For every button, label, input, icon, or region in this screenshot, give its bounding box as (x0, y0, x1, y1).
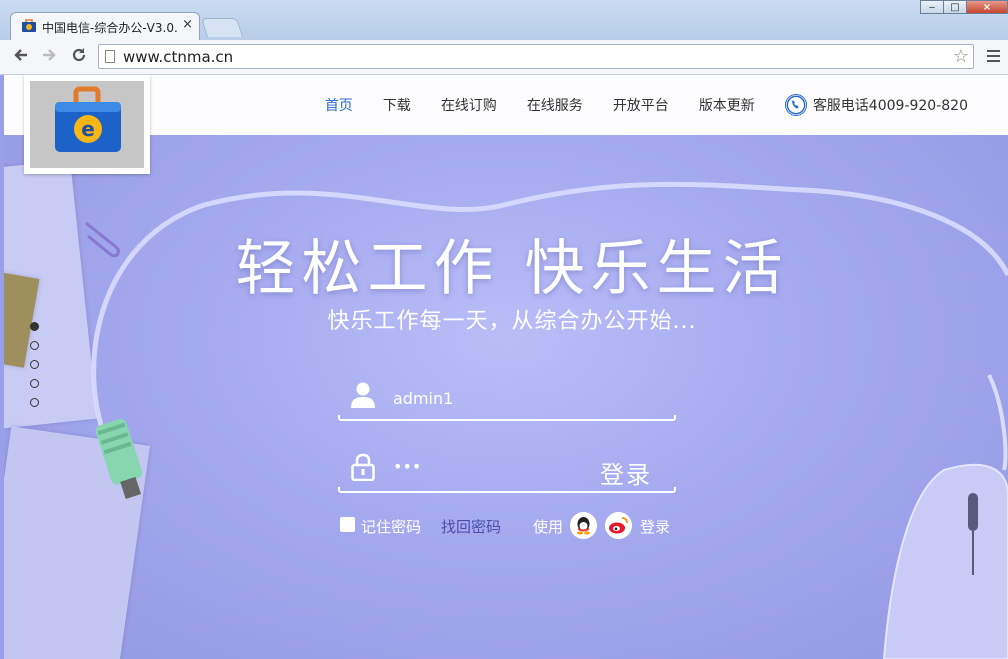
site-favicon-icon (22, 19, 36, 32)
nav-item-home[interactable]: 首页 (325, 95, 353, 115)
logo[interactable]: e (24, 75, 150, 174)
browser-titlebar: 中国电信-综合办公-V3.0.0 × ‒ □ × (0, 0, 1008, 40)
nav-item-download[interactable]: 下载 (383, 95, 411, 115)
password-input[interactable]: ••• (393, 457, 421, 476)
carousel-dot[interactable] (30, 360, 39, 369)
nav-item-service[interactable]: 在线服务 (527, 95, 583, 115)
page-icon (105, 50, 115, 63)
login-options: 记住密码 找回密码 使用 登录 (340, 512, 700, 539)
close-window-button[interactable]: × (966, 0, 1008, 14)
nav-item-open-platform[interactable]: 开放平台 (613, 95, 669, 115)
remember-label[interactable]: 记住密码 (361, 516, 421, 537)
window-controls: ‒ □ × (920, 0, 1008, 15)
briefcase-logo-icon: e (55, 86, 121, 152)
lock-icon (351, 453, 375, 481)
username-underline (338, 415, 676, 421)
hero-slogan: 轻松工作 快乐生活 (235, 234, 789, 304)
forgot-password-link[interactable]: 找回密码 (441, 516, 501, 537)
carousel-dot[interactable] (30, 379, 39, 388)
minimize-button[interactable]: ‒ (920, 0, 944, 14)
password-field[interactable]: ••• 登录 (338, 449, 676, 493)
tab-title: 中国电信-综合办公-V3.0.0 (42, 21, 178, 35)
carousel-dot[interactable] (30, 322, 39, 331)
username-field[interactable]: admin1 (338, 377, 676, 421)
logo-background: e (30, 81, 144, 168)
address-bar[interactable]: www.ctnma.cn ☆ (98, 44, 974, 69)
web-page: 首页 下载 在线订购 在线服务 开放平台 版本更新 客服电话4009-920-8… (4, 75, 1008, 659)
login-button[interactable]: 登录 (600, 455, 652, 490)
browser-tab[interactable]: 中国电信-综合办公-V3.0.0 × (10, 12, 200, 40)
forward-icon[interactable] (38, 46, 60, 69)
qq-icon[interactable] (570, 512, 597, 539)
username-input[interactable]: admin1 (393, 389, 453, 408)
menu-icon[interactable] (987, 50, 1000, 65)
password-underline (338, 487, 676, 493)
url-text[interactable]: www.ctnma.cn (123, 48, 233, 66)
carousel-indicators (30, 322, 39, 417)
hotline-text: 客服电话4009-920-820 (812, 98, 968, 114)
carousel-dot[interactable] (30, 341, 39, 350)
use-label: 使用 (533, 518, 564, 536)
hero-subslogan: 快乐工作每一天，从综合办公开始... (327, 309, 697, 334)
star-icon[interactable]: ☆ (953, 46, 969, 67)
browser-toolbar: www.ctnma.cn ☆ (0, 40, 1008, 75)
site-header: 首页 下载 在线订购 在线服务 开放平台 版本更新 客服电话4009-920-8… (4, 75, 1008, 135)
reload-icon[interactable] (68, 46, 90, 69)
hotline: 客服电话4009-920-820 (784, 94, 968, 116)
social-login-label: 登录 (640, 518, 671, 536)
carousel-dot[interactable] (30, 398, 39, 407)
tab-close-icon[interactable]: × (182, 17, 193, 32)
main-nav: 首页 下载 在线订购 在线服务 开放平台 版本更新 客服电话4009-920-8… (295, 75, 968, 135)
new-tab-button[interactable] (200, 18, 244, 37)
remember-checkbox[interactable] (340, 517, 355, 532)
svg-text:e: e (81, 117, 95, 141)
background-decoration (85, 181, 1008, 659)
phone-icon (784, 94, 807, 116)
back-icon[interactable] (10, 46, 32, 69)
nav-item-order[interactable]: 在线订购 (441, 95, 497, 115)
nav-item-updates[interactable]: 版本更新 (699, 95, 755, 115)
user-icon (351, 382, 375, 408)
maximize-button[interactable]: □ (943, 0, 967, 14)
weibo-icon[interactable] (605, 512, 632, 539)
